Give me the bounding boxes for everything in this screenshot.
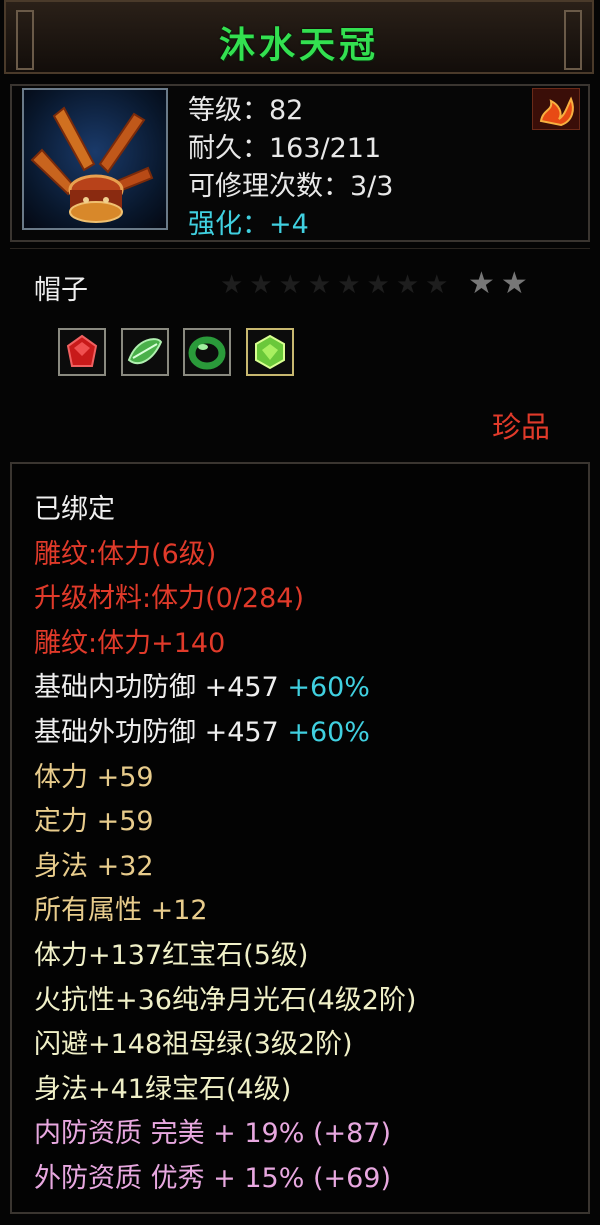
empty-stars: ★★★★★★★★ <box>220 270 455 300</box>
item-tooltip: 沐水天冠 等级：82 耐久：163/211 可修理次数：3/3 强化：+4 帽子… <box>0 0 600 1225</box>
attr-inner-quality: 内防资质 完美 + 19% (+87) <box>34 1118 392 1150</box>
attr-outer-defense: 基础外功防御 +457 +60% <box>34 716 370 748</box>
rarity-label: 珍品 <box>492 410 551 444</box>
attr-focus: 定力 +59 <box>34 806 154 838</box>
flame-badge-icon <box>532 88 580 130</box>
red-gem-icon[interactable] <box>58 328 106 376</box>
attr-outer-quality: 外防资质 优秀 + 15% (+69) <box>34 1162 392 1194</box>
title-bar: 沐水天冠 <box>4 0 594 74</box>
item-enhance: 强化：+4 <box>188 209 309 240</box>
attr-engrave-bonus: 雕纹:体力+140 <box>34 627 226 659</box>
attr-upgrade-material: 升级材料:体力(0/284) <box>34 583 304 615</box>
attr-all-stats: 所有属性 +12 <box>34 895 208 927</box>
attr-gem-green: 身法+41绿宝石(4级) <box>34 1073 292 1105</box>
attr-inner-defense-bonus: +60% <box>278 672 370 704</box>
divider <box>10 248 590 249</box>
attr-gem-emerald: 闪避+148祖母绿(3级2阶) <box>34 1029 353 1061</box>
attr-stamina: 体力 +59 <box>34 761 154 793</box>
helmet-icon[interactable] <box>22 88 168 230</box>
emerald-gem-icon[interactable] <box>246 328 294 376</box>
item-name: 沐水天冠 <box>218 25 379 66</box>
attr-gem-moonstone: 火抗性+36纯净月光石(4级2阶) <box>34 984 417 1016</box>
green-leaf-gem-icon[interactable] <box>121 328 169 376</box>
attr-bound: 已绑定 <box>34 494 115 525</box>
attr-agility: 身法 +32 <box>34 850 154 882</box>
item-durability: 耐久：163/211 <box>188 133 382 164</box>
attr-engrave-level: 雕纹:体力(6级) <box>34 538 217 570</box>
attribute-list: 已绑定 雕纹:体力(6级) 升级材料:体力(0/284) 雕纹:体力+140 基… <box>34 492 416 1206</box>
jade-ring-gem-icon[interactable] <box>183 328 231 376</box>
item-level: 等级：82 <box>188 95 304 126</box>
star-rating: ★★ <box>468 266 534 301</box>
attr-inner-defense: 基础内功防御 +457 +60% <box>34 672 370 704</box>
attr-outer-defense-bonus: +60% <box>278 716 370 748</box>
item-repair-count: 可修理次数：3/3 <box>188 171 394 202</box>
attr-gem-ruby: 体力+137红宝石(5级) <box>34 939 309 971</box>
slot-type: 帽子 <box>34 275 88 306</box>
